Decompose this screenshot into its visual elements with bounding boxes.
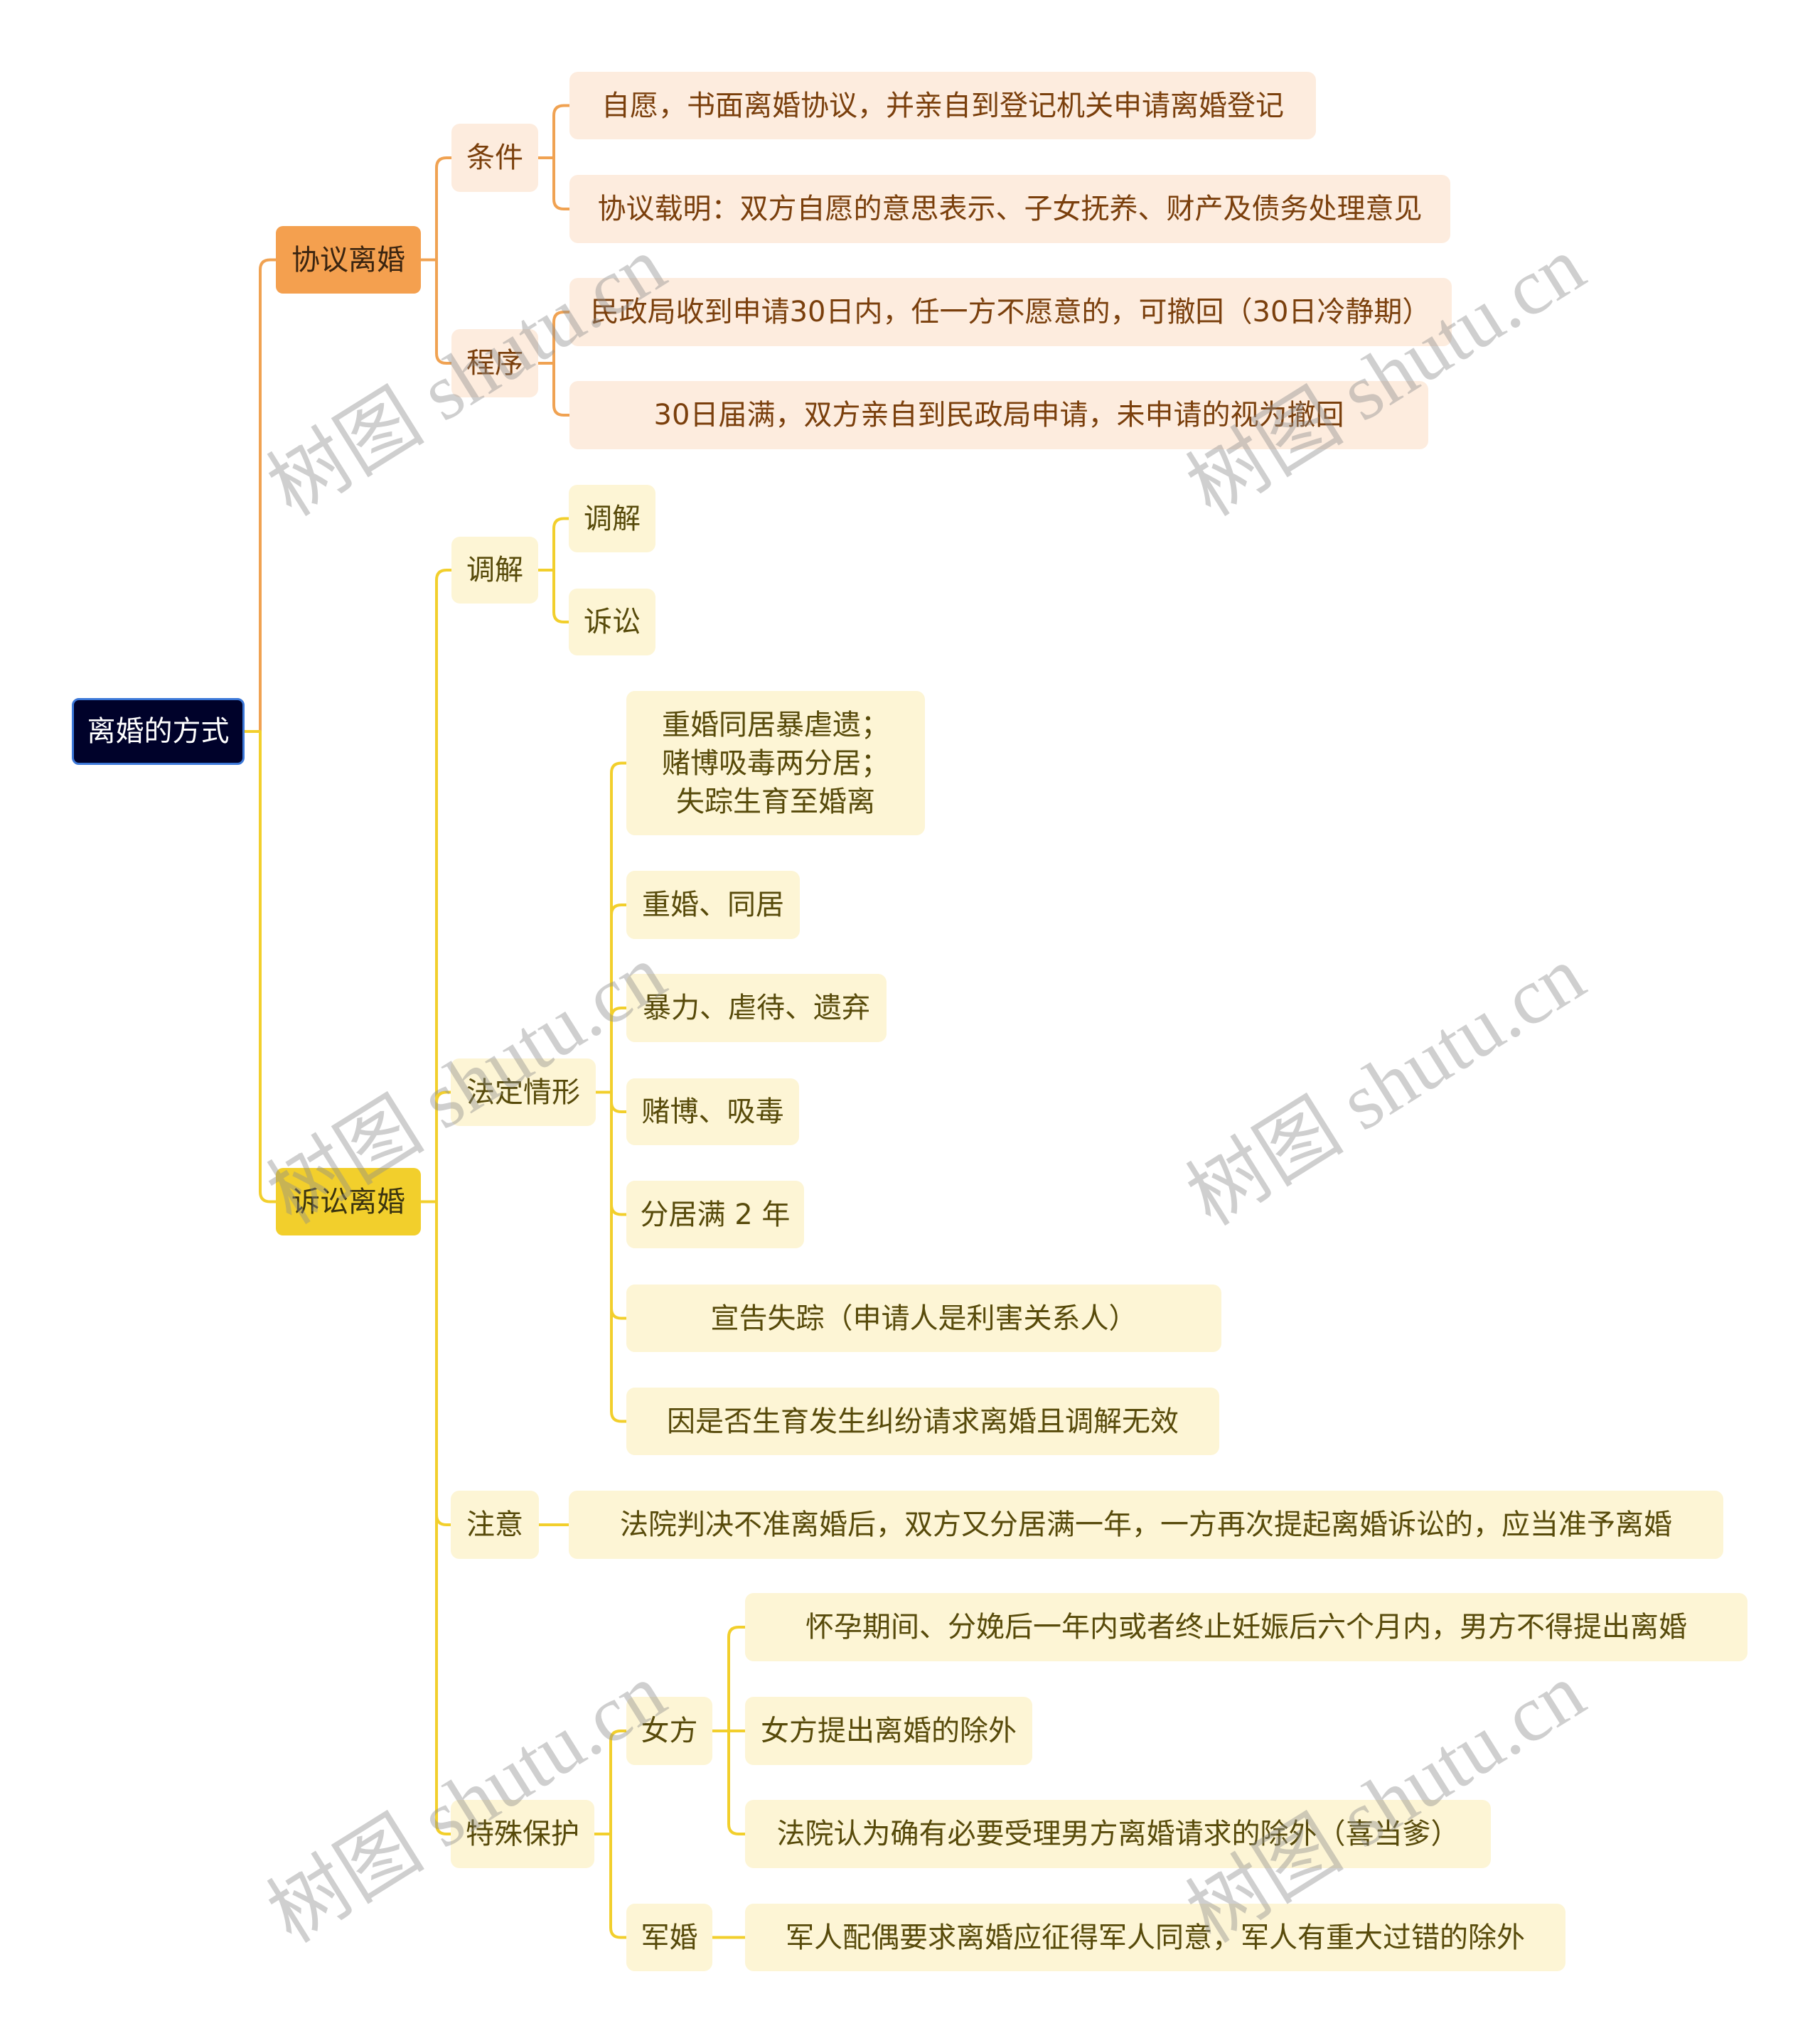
leaf-topic: 暴力、虐待、遗弃 bbox=[626, 974, 887, 1042]
topic-label: 军人配偶要求离婚应征得军人同意，军人有重大过错的除外 bbox=[786, 1921, 1525, 1954]
leaf-topic: 调解 bbox=[569, 485, 655, 552]
topic-label: 离婚的方式 bbox=[87, 715, 230, 748]
subtopic-military-marriage: 军婚 bbox=[626, 1904, 712, 1971]
connector-line bbox=[243, 730, 277, 1203]
connector-line bbox=[243, 258, 277, 733]
subtopic-conditions: 条件 bbox=[451, 124, 538, 192]
subtopic-mediation: 调解 bbox=[451, 537, 538, 604]
root-topic: 离婚的方式 bbox=[72, 698, 245, 765]
leaf-topic: 重婚同居暴虐遗； 赌博吸毒两分居； 失踪生育至婚离 bbox=[626, 691, 925, 835]
leaf-topic: 诉讼 bbox=[569, 589, 655, 655]
mind-map-canvas: 离婚的方式 协议离婚 条件 自愿，书面离婚协议，并亲自到登记机关申请离婚登记 协… bbox=[0, 0, 1820, 2043]
connector-line bbox=[593, 1833, 628, 1939]
topic-agreement-divorce: 协议离婚 bbox=[276, 226, 421, 294]
topic-label: 法定情形 bbox=[466, 1076, 580, 1109]
topic-label: 分居满 2 年 bbox=[640, 1198, 791, 1231]
subtopic-special-protection: 特殊保护 bbox=[451, 1800, 594, 1868]
topic-label: 女方 bbox=[641, 1715, 698, 1747]
topic-label: 怀孕期间、分娩后一年内或者终止妊娠后六个月内，男方不得提出离婚 bbox=[805, 1611, 1687, 1643]
connector-line bbox=[537, 517, 570, 572]
connector-line bbox=[537, 362, 571, 417]
connector-line bbox=[537, 311, 571, 365]
topic-litigation-divorce: 诉讼离婚 bbox=[276, 1168, 421, 1235]
topic-label: 诉讼离婚 bbox=[291, 1185, 405, 1218]
leaf-topic: 女方提出离婚的除外 bbox=[745, 1697, 1032, 1765]
leaf-topic: 法院认为确有必要受理男方离婚请求的除外（喜当爹） bbox=[745, 1800, 1491, 1868]
leaf-topic: 分居满 2 年 bbox=[626, 1181, 804, 1248]
connector-line bbox=[711, 1626, 746, 1732]
topic-label: 调解 bbox=[466, 554, 523, 586]
connector-line bbox=[594, 1090, 628, 1423]
topic-label: 重婚同居暴虐遗； 赌博吸毒两分居； 失踪生育至婚离 bbox=[662, 708, 889, 818]
topic-label: 女方提出离婚的除外 bbox=[761, 1715, 1017, 1747]
subtopic-notice: 注意 bbox=[451, 1491, 539, 1559]
topic-label: 30日届满，双方亲自到民政局申请，未申请的视为撤回 bbox=[653, 399, 1344, 431]
leaf-topic: 民政局收到申请30日内，任一方不愿意的，可撤回（30日冷静期） bbox=[569, 278, 1452, 346]
topic-label: 诉讼 bbox=[584, 606, 641, 638]
leaf-topic: 军人配偶要求离婚应征得军人同意，军人有重大过错的除外 bbox=[745, 1904, 1565, 1971]
connector-line bbox=[593, 1730, 628, 1835]
leaf-topic: 宣告失踪（申请人是利害关系人） bbox=[626, 1285, 1221, 1352]
leaf-topic: 重婚、同居 bbox=[626, 871, 800, 939]
topic-label: 重婚、同居 bbox=[642, 889, 784, 921]
leaf-topic: 法院判决不准离婚后，双方又分居满一年，一方再次提起离婚诉讼的，应当准予离婚 bbox=[569, 1491, 1723, 1559]
connector-line bbox=[537, 104, 571, 159]
leaf-topic: 赌博、吸毒 bbox=[626, 1078, 799, 1145]
topic-label: 条件 bbox=[466, 141, 523, 174]
subtopic-procedure: 程序 bbox=[451, 329, 538, 397]
leaf-topic: 因是否生育发生纠纷请求离婚且调解无效 bbox=[626, 1388, 1219, 1455]
subtopic-female-party: 女方 bbox=[626, 1697, 712, 1765]
topic-label: 民政局收到申请30日内，任一方不愿意的，可撤回（30日冷静期） bbox=[590, 296, 1431, 328]
connector-line bbox=[594, 1007, 628, 1094]
leaf-topic: 自愿，书面离婚协议，并亲自到登记机关申请离婚登记 bbox=[569, 72, 1316, 139]
leaf-topic: 协议载明：双方自愿的意思表示、子女抚养、财产及债务处理意见 bbox=[569, 175, 1450, 243]
topic-label: 军婚 bbox=[641, 1921, 698, 1954]
topic-label: 法院认为确有必要受理男方离婚请求的除外（喜当爹） bbox=[776, 1818, 1460, 1850]
topic-label: 协议载明：双方自愿的意思表示、子女抚养、财产及债务处理意见 bbox=[597, 193, 1423, 225]
topic-label: 协议离婚 bbox=[291, 243, 405, 277]
leaf-topic: 30日届满，双方亲自到民政局申请，未申请的视为撤回 bbox=[569, 381, 1428, 449]
topic-label: 特殊保护 bbox=[466, 1818, 579, 1850]
leaf-topic: 怀孕期间、分娩后一年内或者终止妊娠后六个月内，男方不得提出离婚 bbox=[745, 1593, 1747, 1661]
connector-line bbox=[419, 156, 453, 262]
topic-label: 自愿，书面离婚协议，并亲自到登记机关申请离婚登记 bbox=[601, 89, 1284, 122]
topic-label: 暴力、虐待、遗弃 bbox=[643, 992, 870, 1024]
topic-label: 因是否生育发生纠纷请求离婚且调解无效 bbox=[667, 1405, 1179, 1438]
topic-label: 调解 bbox=[584, 502, 641, 535]
connector-line bbox=[711, 1730, 746, 1835]
subtopic-statutory-circumstances: 法定情形 bbox=[451, 1058, 596, 1126]
connector-line bbox=[419, 1200, 452, 1835]
connector-line bbox=[419, 258, 453, 365]
topic-label: 赌博、吸毒 bbox=[641, 1095, 784, 1128]
topic-label: 注意 bbox=[466, 1508, 523, 1541]
topic-label: 法院判决不准离婚后，双方又分居满一年，一方再次提起离婚诉讼的，应当准予离婚 bbox=[620, 1508, 1672, 1541]
connector-line bbox=[419, 1090, 452, 1203]
topic-label: 宣告失踪（申请人是利害关系人） bbox=[710, 1302, 1138, 1335]
topic-label: 程序 bbox=[466, 347, 523, 380]
connector-line bbox=[537, 156, 571, 210]
connector-line bbox=[537, 569, 570, 623]
